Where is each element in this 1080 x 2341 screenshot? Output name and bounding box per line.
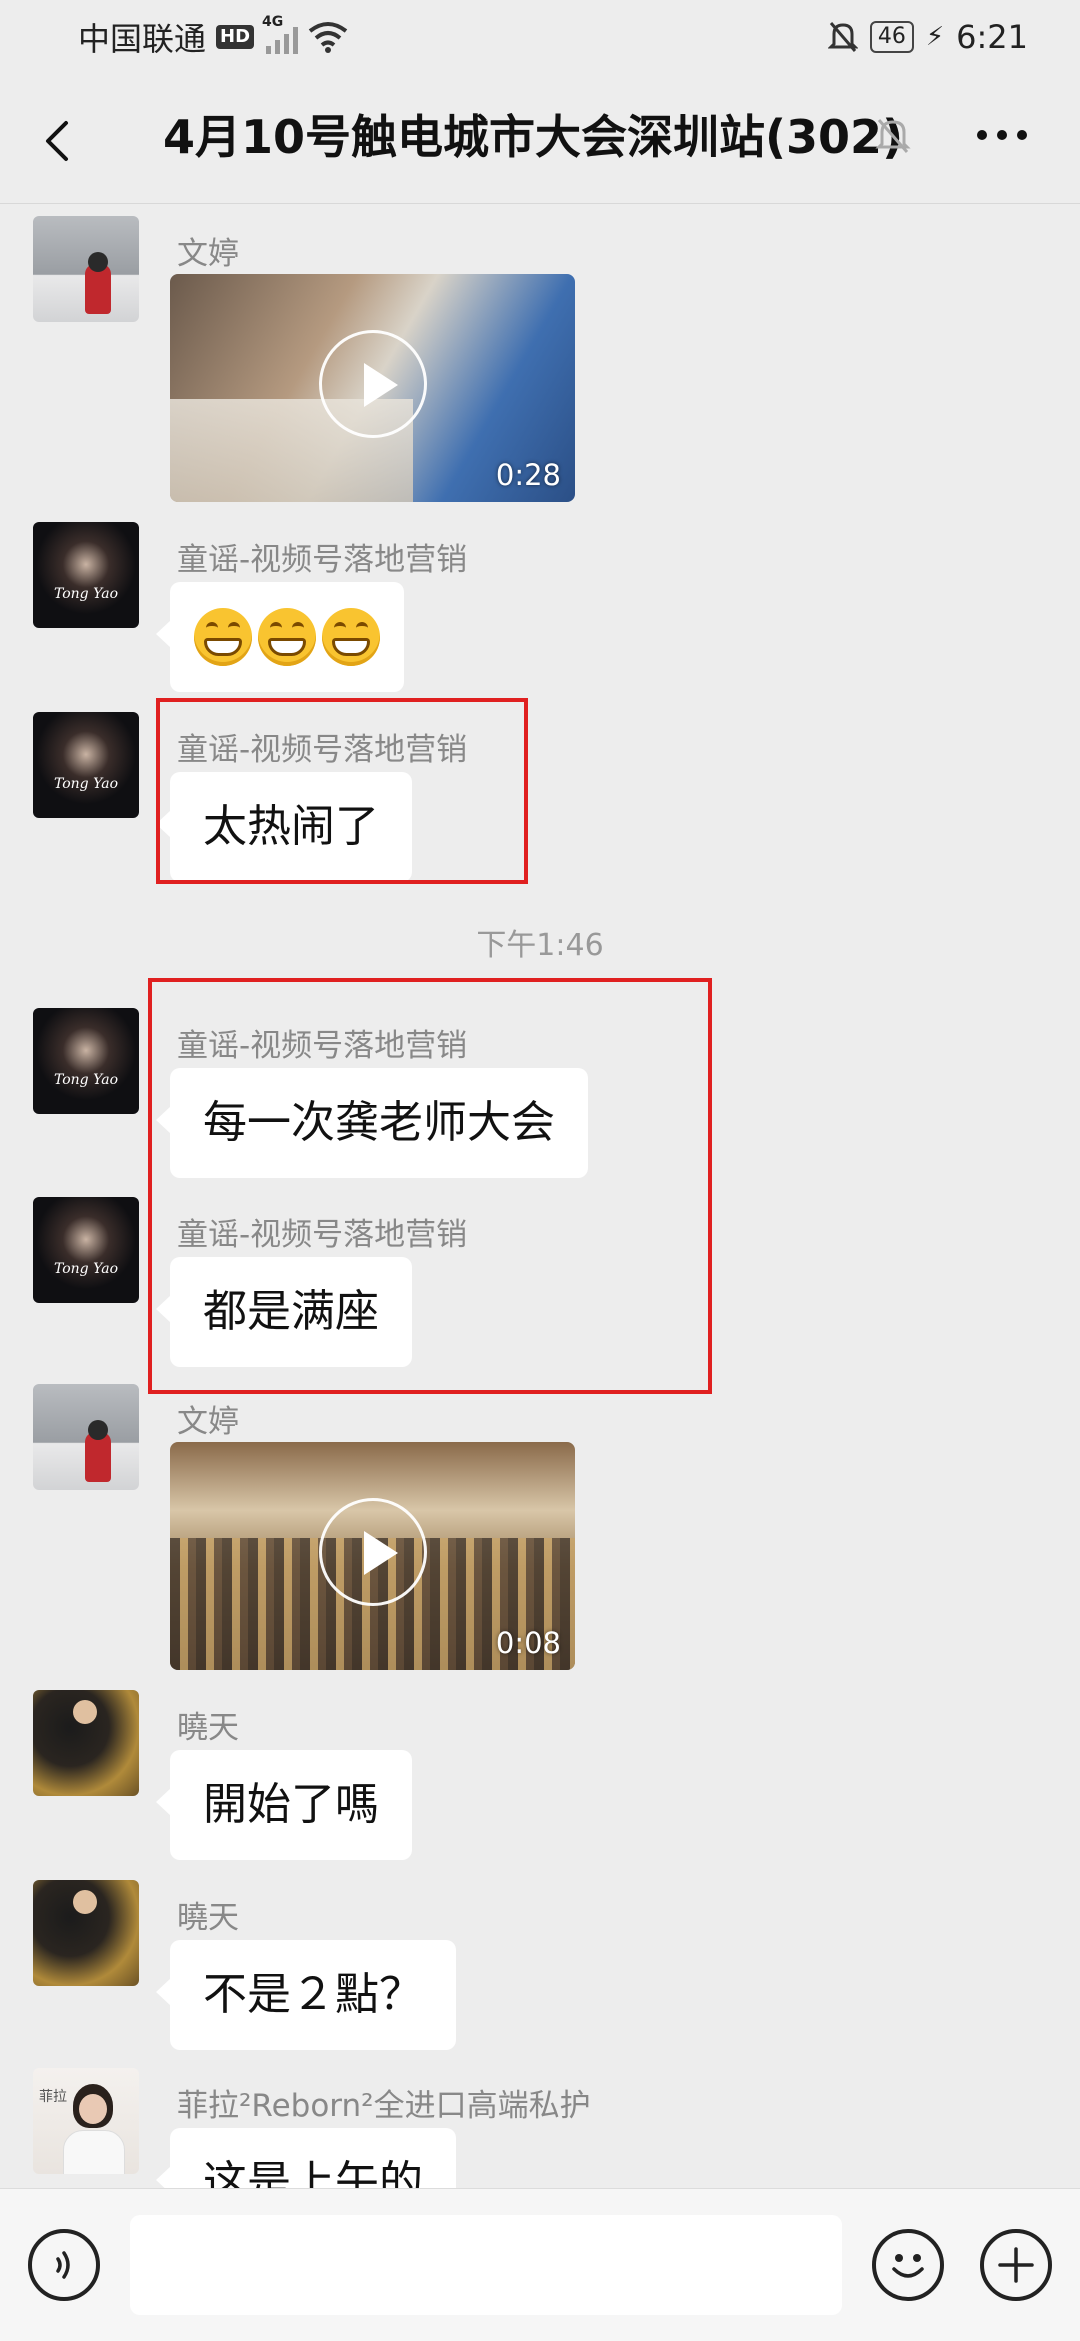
message-item: 曉天 開始了嗎 xyxy=(0,1690,1080,1870)
chat-title: 4月10号触电城市大会深圳站(302) xyxy=(163,110,904,164)
avatar[interactable]: Tong Yao xyxy=(33,522,139,628)
avatar[interactable]: Tong Yao xyxy=(33,712,139,818)
grinning-face-icon xyxy=(322,608,380,666)
avatar-caption: Tong Yao xyxy=(53,586,119,602)
avatar[interactable] xyxy=(33,216,139,322)
title-bar: 4月10号触电城市大会深圳站(302) xyxy=(0,75,1080,204)
grinning-face-icon xyxy=(258,608,316,666)
text-bubble[interactable]: 開始了嗎 xyxy=(156,1750,412,1860)
avatar[interactable] xyxy=(33,1880,139,1986)
video-message[interactable]: 0:28 xyxy=(170,274,575,502)
clock: 6:21 xyxy=(956,18,1028,56)
signal-icon: 4G xyxy=(262,14,299,54)
back-arrow-icon[interactable] xyxy=(30,111,90,171)
charging-icon: ⚡ xyxy=(925,22,945,52)
message-item: Tong Yao 童谣-视频号落地营销 xyxy=(0,522,1080,702)
more-dots-icon[interactable] xyxy=(972,115,1032,155)
sender-name: 童谣-视频号落地营销 xyxy=(177,542,468,578)
input-bar xyxy=(0,2188,1080,2341)
carrier-label: 中国联通 xyxy=(78,20,207,58)
sender-name: 曉天 xyxy=(177,1710,239,1746)
video-duration: 0:28 xyxy=(495,458,561,492)
avatar-caption: Tong Yao xyxy=(53,1261,119,1277)
message-item: 文婷 0:08 xyxy=(0,1384,1080,1684)
highlight-box xyxy=(148,978,712,1394)
status-bar: 中国联通 HD 4G 46 ⚡ 6:21 xyxy=(0,0,1080,75)
message-item: 文婷 0:28 xyxy=(0,216,1080,516)
mute-status-icon xyxy=(827,22,858,52)
sender-name: 文婷 xyxy=(177,1404,239,1440)
play-icon[interactable] xyxy=(319,330,427,438)
voice-icon[interactable] xyxy=(28,2229,100,2301)
battery-level: 46 xyxy=(869,21,914,53)
text-bubble[interactable]: 不是２點？ xyxy=(156,1940,456,2050)
emoji-icon[interactable] xyxy=(872,2229,944,2301)
avatar[interactable]: Tong Yao xyxy=(33,1197,139,1303)
sender-name: 文婷 xyxy=(177,236,239,272)
wifi-icon xyxy=(308,22,348,53)
plus-icon[interactable] xyxy=(980,2229,1052,2301)
sender-name: 菲拉²Reborn²全进口高端私护 xyxy=(177,2088,591,2124)
message-item: 菲拉 菲拉²Reborn²全进口高端私护 这是上午的 xyxy=(0,2068,1080,2188)
avatar-caption: 菲拉 xyxy=(39,2089,67,2105)
avatar-caption: Tong Yao xyxy=(53,776,119,792)
message-input[interactable] xyxy=(130,2215,842,2315)
network-type: 4G xyxy=(262,14,284,30)
avatar[interactable]: 菲拉 xyxy=(33,2068,139,2174)
avatar[interactable] xyxy=(33,1384,139,1490)
video-duration: 0:08 xyxy=(495,1626,561,1660)
video-message[interactable]: 0:08 xyxy=(170,1442,575,1670)
grinning-face-icon xyxy=(194,608,252,666)
play-icon[interactable] xyxy=(319,1498,427,1606)
message-item: 曉天 不是２點？ xyxy=(0,1880,1080,2060)
chat-list[interactable]: 文婷 0:28 Tong Yao 童谣-视频号落地营销 Tong Yao 童谣-… xyxy=(0,204,1080,2188)
mute-bell-icon xyxy=(875,119,911,153)
avatar[interactable] xyxy=(33,1690,139,1796)
sender-name: 曉天 xyxy=(177,1900,239,1936)
emoji-bubble[interactable] xyxy=(156,582,404,692)
avatar[interactable]: Tong Yao xyxy=(33,1008,139,1114)
text-bubble[interactable]: 这是上午的 xyxy=(156,2128,456,2188)
time-divider: 下午1:46 xyxy=(476,928,604,963)
avatar-caption: Tong Yao xyxy=(53,1072,119,1088)
highlight-box xyxy=(156,698,528,884)
hd-badge: HD xyxy=(216,25,255,49)
